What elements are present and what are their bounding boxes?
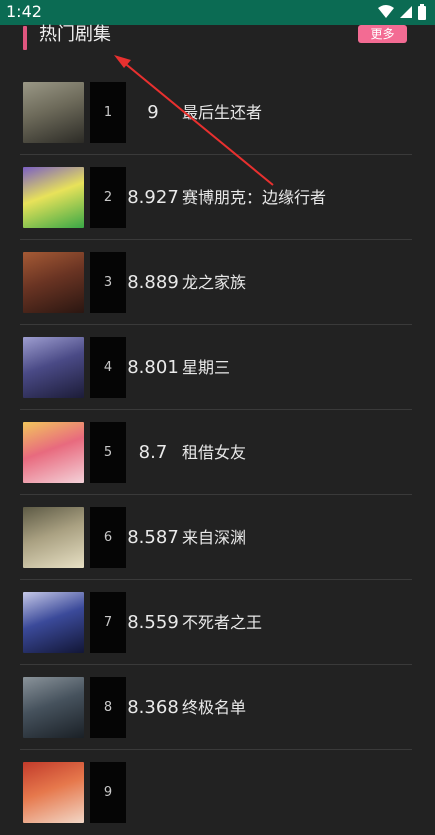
more-button[interactable]: 更多 <box>358 25 407 43</box>
show-row[interactable]: 6 8.587 来自深渊 <box>0 495 435 580</box>
show-row[interactable]: 7 8.559 不死者之王 <box>0 580 435 665</box>
rank-box: 2 <box>90 167 126 228</box>
rank-box: 6 <box>90 507 126 568</box>
status-time: 1:42 <box>6 2 42 21</box>
show-score: 8.7 <box>138 442 168 463</box>
rank-number: 3 <box>103 275 113 290</box>
signal-icon <box>400 6 412 18</box>
show-poster[interactable] <box>23 167 84 228</box>
show-row[interactable]: 2 8.927 赛博朋克：边缘行者 <box>0 155 435 240</box>
status-bar: 1:42 <box>0 0 435 25</box>
show-title[interactable]: 来自深渊 <box>182 507 246 568</box>
rank-number: 6 <box>103 530 113 545</box>
rank-number: 4 <box>103 360 113 375</box>
show-poster[interactable] <box>23 762 84 823</box>
section-header: 热门剧集 更多 <box>0 24 435 65</box>
rank-number: 2 <box>103 190 113 205</box>
show-title[interactable]: 赛博朋克：边缘行者 <box>182 167 326 228</box>
show-poster[interactable] <box>23 252 84 313</box>
wifi-icon <box>378 5 394 18</box>
rank-number: 8 <box>103 700 113 715</box>
show-score: 8.801 <box>127 357 179 378</box>
rank-number: 5 <box>103 445 113 460</box>
rank-box: 5 <box>90 422 126 483</box>
show-row[interactable]: 9 <box>0 750 435 835</box>
title-accent-bar <box>23 26 27 50</box>
rank-box: 4 <box>90 337 126 398</box>
show-poster[interactable] <box>23 592 84 653</box>
show-title[interactable]: 最后生还者 <box>182 82 262 143</box>
status-icons <box>377 4 427 20</box>
battery-icon <box>418 4 426 20</box>
show-title[interactable]: 龙之家族 <box>182 252 246 313</box>
rank-box: 9 <box>90 762 126 823</box>
show-row[interactable]: 4 8.801 星期三 <box>0 325 435 410</box>
show-poster[interactable] <box>23 337 84 398</box>
rank-box: 3 <box>90 252 126 313</box>
show-poster[interactable] <box>23 422 84 483</box>
rank-box: 7 <box>90 592 126 653</box>
show-poster[interactable] <box>23 677 84 738</box>
show-score: 8.587 <box>127 527 179 548</box>
rank-number: 1 <box>103 105 113 120</box>
show-row[interactable]: 3 8.889 龙之家族 <box>0 240 435 325</box>
section-title: 热门剧集 <box>39 24 111 45</box>
show-score: 9 <box>147 102 159 123</box>
show-row[interactable]: 8 8.368 终极名单 <box>0 665 435 750</box>
rank-box: 1 <box>90 82 126 143</box>
show-row[interactable]: 5 8.7 租借女友 <box>0 410 435 495</box>
show-title[interactable]: 租借女友 <box>182 422 246 483</box>
rank-number: 7 <box>103 615 113 630</box>
show-score: 8.559 <box>127 612 179 633</box>
show-poster[interactable] <box>23 507 84 568</box>
show-poster[interactable] <box>23 82 84 143</box>
show-score: 8.368 <box>127 697 179 718</box>
show-score: 8.927 <box>127 187 179 208</box>
rank-box: 8 <box>90 677 126 738</box>
show-title[interactable]: 星期三 <box>182 337 230 398</box>
rank-number: 9 <box>103 785 113 800</box>
show-title[interactable]: 终极名单 <box>182 677 246 738</box>
show-score <box>126 762 180 823</box>
show-score: 8.889 <box>127 272 179 293</box>
show-row[interactable]: 1 9 最后生还者 <box>0 70 435 155</box>
show-title[interactable]: 不死者之王 <box>182 592 262 653</box>
